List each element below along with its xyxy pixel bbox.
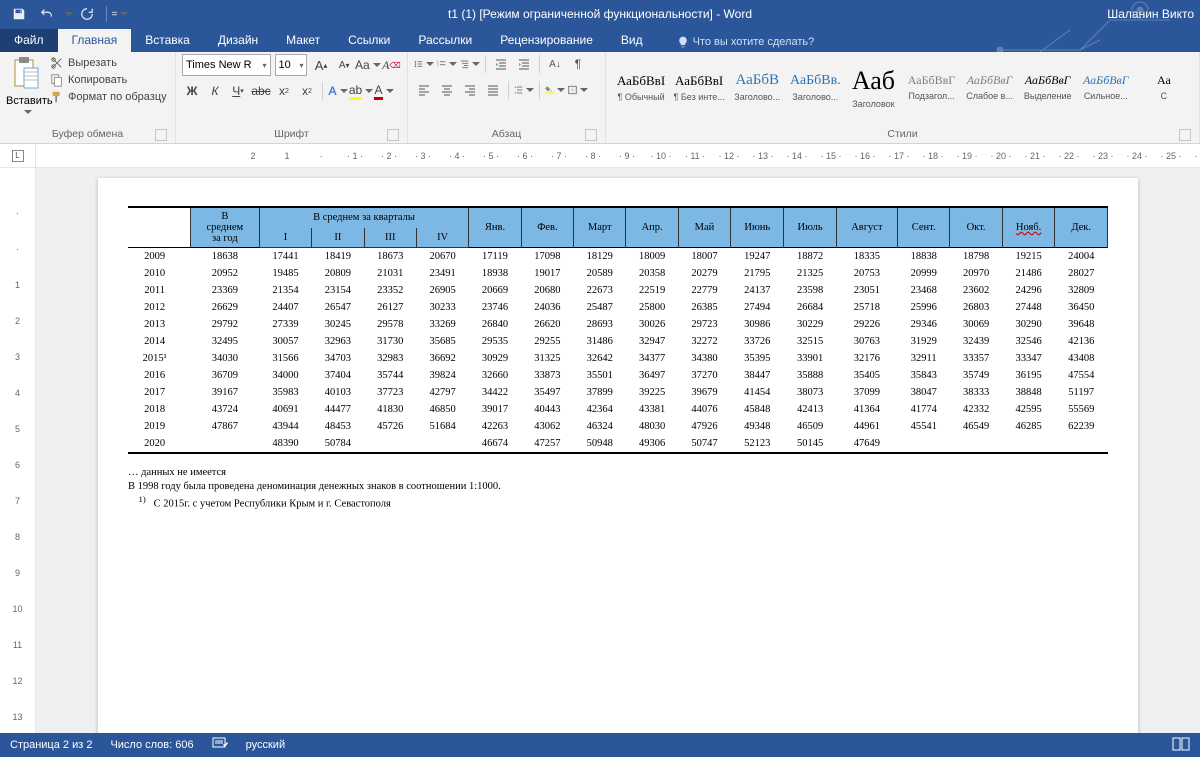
tab-review[interactable]: Рецензирование bbox=[486, 29, 607, 52]
tab-file[interactable]: Файл bbox=[0, 29, 58, 52]
bold-button[interactable]: Ж bbox=[182, 81, 202, 101]
scissors-icon bbox=[50, 56, 64, 70]
data-table: Всреднемза годВ среднем за кварталыЯнв.Ф… bbox=[128, 206, 1108, 454]
tab-home[interactable]: Главная bbox=[58, 29, 132, 52]
show-marks-button[interactable]: ¶ bbox=[568, 54, 588, 74]
language[interactable]: русский bbox=[246, 739, 285, 751]
grow-font-button[interactable]: A▴ bbox=[311, 55, 330, 75]
style-¶ Без инте...[interactable]: АаБбВвІ¶ Без инте... bbox=[670, 60, 728, 114]
style-Выделение[interactable]: АаБбВвГВыделение bbox=[1019, 60, 1077, 114]
numbering-button[interactable]: 12 bbox=[437, 54, 457, 74]
inc-indent-button[interactable] bbox=[514, 54, 534, 74]
style-Сильное...[interactable]: АаБбВвГСильное... bbox=[1077, 60, 1135, 114]
style-С[interactable]: АаС bbox=[1135, 60, 1193, 114]
highlight-button[interactable]: ab bbox=[351, 81, 371, 101]
multilevel-button[interactable] bbox=[460, 54, 480, 74]
window-title: t1 (1) [Режим ограниченной функционально… bbox=[448, 7, 752, 21]
page-indicator[interactable]: Страница 2 из 2 bbox=[10, 739, 92, 751]
vertical-ruler: ··1234567891011121314 bbox=[0, 168, 36, 752]
horizontal-ruler: L 21·· 1 ·· 2 ·· 3 ·· 4 ·· 5 ·· 6 ·· 7 ·… bbox=[0, 144, 1200, 168]
word-count[interactable]: Число слов: 606 bbox=[110, 739, 193, 751]
sort-button[interactable]: A↓ bbox=[545, 54, 565, 74]
view-read-icon[interactable] bbox=[1172, 737, 1190, 754]
svg-text:2: 2 bbox=[437, 63, 439, 67]
document-area[interactable]: Всреднемза годВ среднем за кварталыЯнв.Ф… bbox=[36, 168, 1200, 752]
qat-customize[interactable]: = bbox=[113, 2, 127, 26]
style-¶ Обычный[interactable]: АаБбВвІ¶ Обычный bbox=[612, 60, 670, 114]
group-font: Times New R▾ 10▾ A▴ A▾ Aa A⌫ Ж К Ч▾ abc … bbox=[176, 52, 408, 143]
page: Всреднемза годВ среднем за кварталыЯнв.Ф… bbox=[98, 178, 1138, 738]
font-color-button[interactable]: A bbox=[374, 81, 394, 101]
shrink-font-button[interactable]: A▾ bbox=[335, 55, 354, 75]
borders-button[interactable] bbox=[568, 80, 588, 100]
font-name-combo[interactable]: Times New R▾ bbox=[182, 54, 271, 76]
tab-mailings[interactable]: Рассылки bbox=[404, 29, 486, 52]
group-styles: АаБбВвІ¶ ОбычныйАаБбВвІ¶ Без инте...АаБб… bbox=[606, 52, 1200, 143]
group-paragraph: 12 A↓ ¶ Абзац bbox=[408, 52, 606, 143]
ribbon-tabs: Файл Главная Вставка Дизайн Макет Ссылки… bbox=[0, 28, 1200, 52]
align-left-button[interactable] bbox=[414, 80, 434, 100]
redo-icon[interactable] bbox=[74, 2, 100, 26]
justify-button[interactable] bbox=[483, 80, 503, 100]
ribbon: Вставить Вырезать Копировать Формат по о… bbox=[0, 52, 1200, 144]
change-case-button[interactable]: Aa bbox=[358, 55, 378, 75]
tell-me-search[interactable]: Что вы хотите сделать? bbox=[677, 36, 815, 52]
dialog-launcher-icon[interactable] bbox=[155, 129, 167, 141]
text-effects-button[interactable]: A bbox=[328, 81, 348, 101]
group-label: Буфер обмена bbox=[6, 126, 169, 143]
dialog-launcher-icon[interactable] bbox=[1179, 129, 1191, 141]
tab-layout[interactable]: Макет bbox=[272, 29, 334, 52]
bullets-button[interactable] bbox=[414, 54, 434, 74]
copy-icon bbox=[50, 73, 64, 87]
style-Заголовок[interactable]: АабЗаголовок bbox=[844, 60, 902, 114]
tab-view[interactable]: Вид bbox=[607, 29, 657, 52]
style-Заголово...[interactable]: АаБбВв.Заголово... bbox=[786, 60, 844, 114]
style-Слабое в...[interactable]: АаБбВвГСлабое в... bbox=[961, 60, 1019, 114]
format-painter-button[interactable]: Формат по образцу bbox=[50, 90, 167, 104]
group-clipboard: Вставить Вырезать Копировать Формат по о… bbox=[0, 52, 176, 143]
copy-button[interactable]: Копировать bbox=[50, 73, 167, 87]
style-Заголово...[interactable]: АаБбВЗаголово... bbox=[728, 60, 786, 114]
font-size-combo[interactable]: 10▾ bbox=[275, 54, 308, 76]
undo-icon[interactable] bbox=[34, 2, 60, 26]
cut-button[interactable]: Вырезать bbox=[50, 56, 167, 70]
lightbulb-icon bbox=[677, 36, 689, 48]
brush-icon bbox=[50, 90, 64, 104]
align-center-button[interactable] bbox=[437, 80, 457, 100]
title-bar: = t1 (1) [Режим ограниченной функциональ… bbox=[0, 0, 1200, 28]
quick-access-toolbar: = bbox=[0, 2, 127, 26]
line-spacing-button[interactable] bbox=[514, 80, 534, 100]
align-right-button[interactable] bbox=[460, 80, 480, 100]
dec-indent-button[interactable] bbox=[491, 54, 511, 74]
tab-design[interactable]: Дизайн bbox=[204, 29, 272, 52]
spellcheck-icon[interactable] bbox=[212, 737, 228, 754]
user-name: Шаланин Викто bbox=[1107, 7, 1194, 21]
style-Подзагол...[interactable]: АаБбВвГПодзагол... bbox=[902, 60, 960, 114]
shading-button[interactable] bbox=[545, 80, 565, 100]
clear-format-button[interactable]: A⌫ bbox=[382, 55, 401, 75]
subscript-button[interactable]: x2 bbox=[274, 81, 294, 101]
italic-button[interactable]: К bbox=[205, 81, 225, 101]
dialog-launcher-icon[interactable] bbox=[585, 129, 597, 141]
superscript-button[interactable]: x2 bbox=[297, 81, 317, 101]
status-bar: Страница 2 из 2 Число слов: 606 русский bbox=[0, 733, 1200, 757]
strikethrough-button[interactable]: abc bbox=[251, 81, 271, 101]
underline-button[interactable]: Ч▾ bbox=[228, 81, 248, 101]
dialog-launcher-icon[interactable] bbox=[387, 129, 399, 141]
tab-insert[interactable]: Вставка bbox=[131, 29, 204, 52]
footnotes: … данных не имеется В 1998 году была про… bbox=[128, 466, 1108, 512]
undo-dropdown[interactable] bbox=[62, 2, 72, 26]
tab-references[interactable]: Ссылки bbox=[334, 29, 404, 52]
tab-selector[interactable]: L bbox=[12, 150, 24, 162]
save-icon[interactable] bbox=[6, 2, 32, 26]
paste-button[interactable]: Вставить bbox=[6, 54, 46, 119]
